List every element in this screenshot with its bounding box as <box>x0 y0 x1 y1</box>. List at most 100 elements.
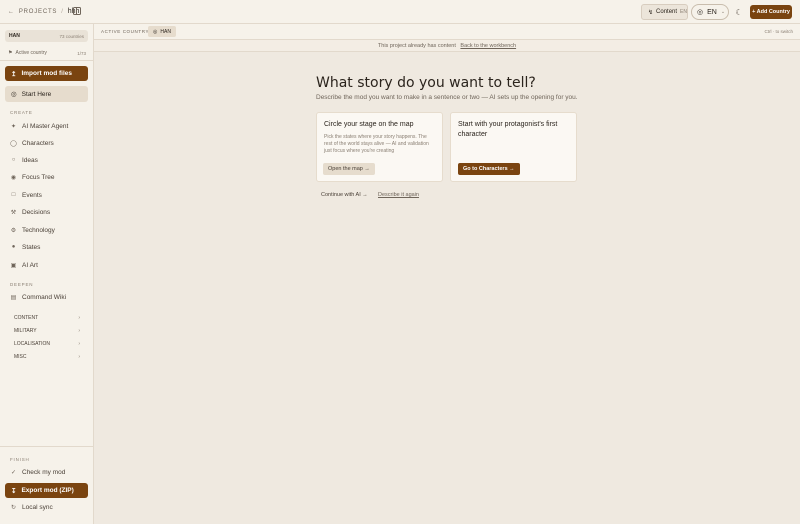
sidebar-item-focus-tree[interactable]: ◉ Focus Tree <box>10 172 55 182</box>
target-icon: ◉ <box>10 174 17 181</box>
sidebar-item-label: Focus Tree <box>22 173 55 181</box>
active-country-chip-label: HAN <box>160 28 171 35</box>
top-bar: ← PROJECTS / hhh ↯ Content EN ◎ EN ⌄ ☾ +… <box>0 0 800 24</box>
country-selector[interactable]: HAN 73 countries <box>5 30 88 42</box>
message-icon: □ <box>11 192 16 198</box>
switch-hint: Ctrl · to switch <box>764 29 793 34</box>
import-mod-button[interactable]: ↥ Import mod files <box>5 66 88 81</box>
image-icon: ▣ <box>10 262 17 269</box>
sidebar-item-label: Ideas <box>22 156 38 164</box>
download-icon: ↧ <box>11 487 17 495</box>
gear-icon: ⚙ <box>10 227 17 234</box>
back-arrow-icon[interactable]: ← <box>8 9 15 15</box>
active-country-chip[interactable]: ◎ HAN <box>148 26 176 37</box>
card-title: Circle your stage on the map <box>324 121 414 128</box>
sidebar-group-misc[interactable]: MISC › <box>14 354 80 360</box>
sidebar-toggle-icon[interactable] <box>73 7 81 15</box>
breadcrumb-separator: / <box>61 8 64 15</box>
sidebar-item-label: Characters <box>22 139 54 147</box>
sidebar-item-local-sync[interactable]: ↻ Local sync <box>10 502 53 512</box>
sidebar-item-label: Local sync <box>22 503 53 511</box>
active-country-ratio: 1/73 <box>77 50 86 56</box>
describe-again-link[interactable]: Describe it again <box>378 192 419 198</box>
notice-text: This project already has content <box>377 43 456 49</box>
start-here-button[interactable]: ◎ Start Here <box>5 86 88 102</box>
group-label: MISC <box>14 354 27 360</box>
upload-icon: ↥ <box>11 70 17 78</box>
sidebar-item-label: Check my mod <box>22 468 66 476</box>
content-language-button[interactable]: ↯ Content EN <box>641 4 688 20</box>
sidebar-item-label: States <box>22 243 41 251</box>
language-select[interactable]: ◎ EN ⌄ <box>691 4 729 20</box>
breadcrumb: ← PROJECTS / hhh <box>8 8 79 15</box>
sparkle-icon: ✦ <box>10 123 17 130</box>
sidebar-item-label: AI Master Agent <box>22 122 69 130</box>
section-finish: FINISH <box>10 457 30 462</box>
map-pin-icon: ● <box>11 244 16 250</box>
import-label: Import mod files <box>21 70 73 77</box>
sidebar-item-label: Decisions <box>22 208 51 216</box>
group-label: CONTENT <box>14 315 39 321</box>
compass-icon: ◎ <box>11 91 17 98</box>
content-notice: This project already has content Back to… <box>94 40 800 52</box>
sidebar-item-technology[interactable]: ⚙ Technology <box>10 225 55 235</box>
country-tag: HAN <box>9 33 20 39</box>
card-title: Start with your protagonist's first char… <box>458 121 558 138</box>
open-map-button[interactable]: Open the map → <box>323 163 375 175</box>
lightbulb-icon: ○ <box>11 157 16 163</box>
card-body: Pick the states where your story happens… <box>324 134 429 154</box>
export-mod-button[interactable]: ↧ Export mod (ZIP) <box>5 483 88 498</box>
sidebar-item-command-wiki[interactable]: ▤ Command Wiki <box>10 292 66 302</box>
moon-icon[interactable]: ☾ <box>733 6 745 18</box>
sidebar-item-ai-master-agent[interactable]: ✦ AI Master Agent <box>10 121 68 131</box>
group-label: MILITARY <box>14 328 37 334</box>
chevron-down-icon: ⌄ <box>720 9 726 15</box>
sidebar-item-characters[interactable]: ◯ Characters <box>10 138 54 148</box>
map-stage-card: Circle your stage on the map Pick the st… <box>316 112 443 182</box>
gavel-icon: ⚒ <box>10 209 17 216</box>
content-lang-badge: EN <box>680 9 687 15</box>
active-country-bar: ACTIVE COUNTRY ◎ HAN Ctrl · to switch <box>94 24 800 40</box>
active-country-label: Active country <box>15 50 47 56</box>
sidebar-item-events[interactable]: □ Events <box>10 190 42 200</box>
sidebar-item-check-mod[interactable]: ✓ Check my mod <box>10 467 65 477</box>
sidebar-item-ai-art[interactable]: ▣ AI Art <box>10 260 38 270</box>
sidebar-item-label: Command Wiki <box>22 293 67 301</box>
divider <box>0 446 94 447</box>
sidebar-group-content[interactable]: CONTENT › <box>14 315 80 321</box>
check-icon: ✓ <box>10 469 17 476</box>
page-subtitle: Describe the mod you want to make in a s… <box>316 94 578 101</box>
go-to-characters-button[interactable]: Go to Characters → <box>458 163 520 175</box>
globe-icon: ◎ <box>153 28 158 35</box>
continue-with-ai-link[interactable]: Continue with AI → <box>321 192 368 198</box>
sidebar-group-military[interactable]: MILITARY › <box>14 328 80 334</box>
refresh-icon: ↻ <box>10 504 17 511</box>
sidebar-item-label: Events <box>22 191 42 199</box>
page-title: What story do you want to tell? <box>316 75 536 91</box>
active-country-bar-label: ACTIVE COUNTRY <box>101 29 150 34</box>
globe-icon: ◎ <box>697 9 704 16</box>
person-icon: ◯ <box>10 140 17 147</box>
sidebar-group-localisation[interactable]: LOCALISATION › <box>14 341 80 347</box>
export-label: Export mod (ZIP) <box>21 487 74 494</box>
divider <box>0 60 94 61</box>
sidebar-item-ideas[interactable]: ○ Ideas <box>10 155 38 165</box>
active-country-row[interactable]: ⚑ Active country 1/73 <box>8 50 86 56</box>
country-count: 73 countries <box>59 33 84 39</box>
start-label: Start Here <box>21 90 52 98</box>
breadcrumb-projects[interactable]: PROJECTS <box>19 9 57 15</box>
chevron-right-icon: › <box>78 354 80 360</box>
flag-icon: ⚑ <box>8 50 13 56</box>
section-deepen: DEEPEN <box>10 282 34 287</box>
add-country-button[interactable]: + Add Country <box>750 5 792 19</box>
sidebar-item-decisions[interactable]: ⚒ Decisions <box>10 207 50 217</box>
group-label: LOCALISATION <box>14 341 51 347</box>
back-to-workbench-link[interactable]: Back to the workbench <box>460 43 516 49</box>
section-create: CREATE <box>10 110 33 115</box>
chevron-right-icon: › <box>78 328 80 334</box>
translate-icon: ↯ <box>648 9 654 16</box>
protagonist-card: Start with your protagonist's first char… <box>450 112 577 182</box>
chevron-right-icon: › <box>78 315 80 321</box>
content-label: Content <box>656 9 678 15</box>
sidebar-item-states[interactable]: ● States <box>10 242 41 252</box>
